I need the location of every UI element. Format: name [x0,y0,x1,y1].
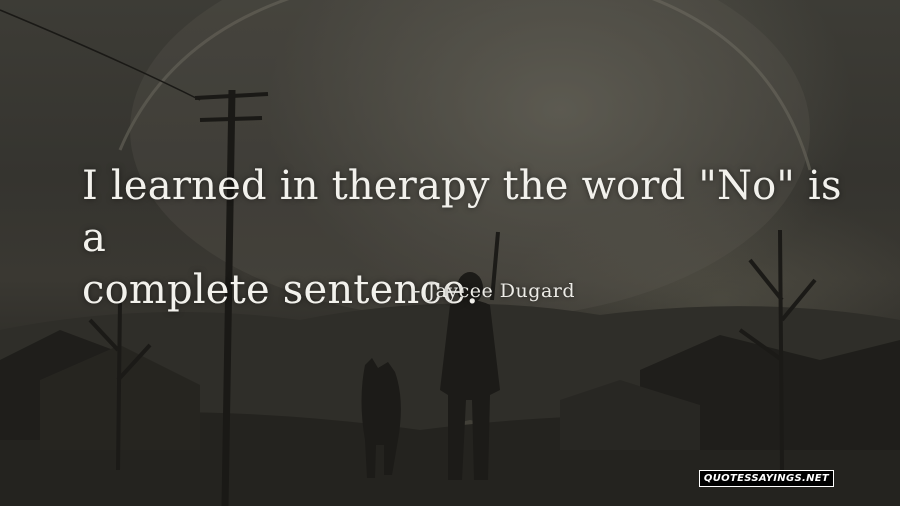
site-watermark-logo: QUOTESSAYINGS.NET [698,470,834,487]
pole-crossbar-2 [199,116,263,122]
quote-author: - Jaycee Dugard [414,280,576,302]
quote-image: I learned in therapy the word "No" is a … [0,0,900,506]
quote-line-1: I learned in therapy the word "No" is a [82,163,842,261]
